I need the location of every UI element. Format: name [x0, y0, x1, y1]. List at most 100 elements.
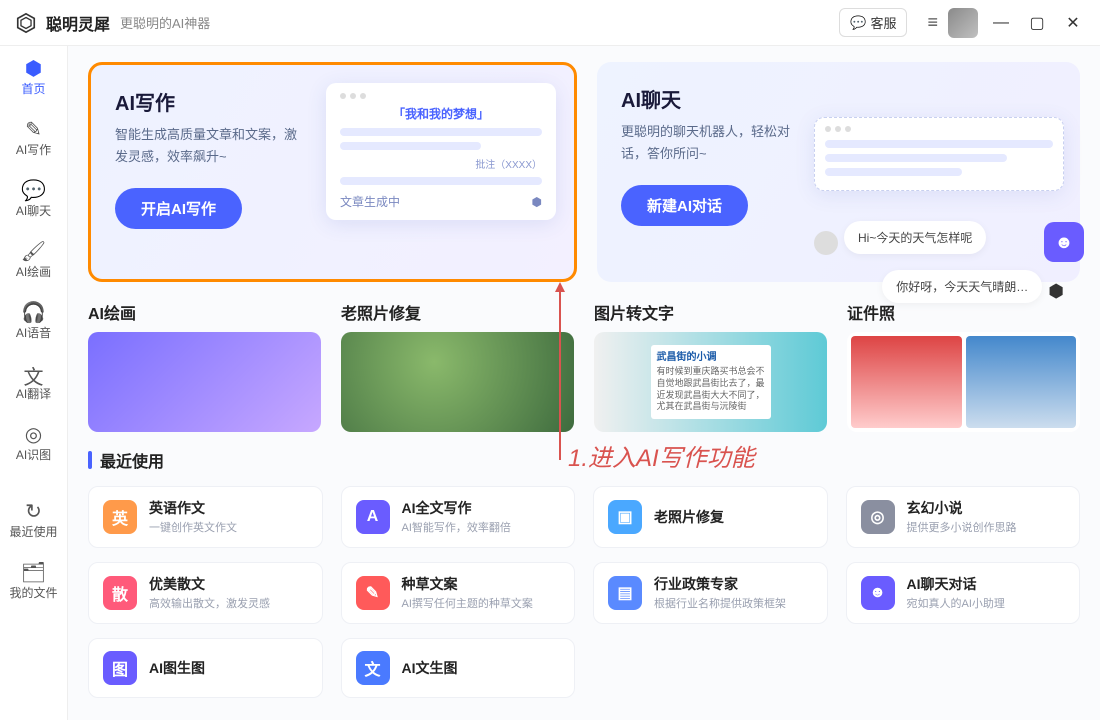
- ocr-note-title: 武昌街的小调: [657, 351, 765, 364]
- sidebar-item-label: AI识图: [16, 446, 51, 463]
- card-icon: 文: [356, 651, 390, 685]
- card-icon: 散: [103, 576, 137, 610]
- chat-bubble-bot: 你好呀，今天天气晴朗…: [882, 270, 1042, 303]
- mock-status: 文章生成中: [340, 193, 400, 210]
- card-subtitle: 高效输出散文，激发灵感: [149, 595, 270, 611]
- bot-avatar-icon: [814, 231, 838, 255]
- recent-card[interactable]: ☻ AI聊天对话 宛如真人的AI小助理: [846, 562, 1081, 624]
- pen-icon: ✎: [25, 117, 42, 141]
- sidebar-item-label: AI语音: [16, 324, 51, 341]
- tile-title: 老照片修复: [341, 300, 574, 324]
- sidebar-item-ocr[interactable]: ◎ AI识图: [0, 412, 67, 473]
- ocr-note-body: 有时候到重庆路买书总会不自觉地跟武昌街比去了，最近发现武昌街大大不同了，尤其在武…: [657, 366, 765, 413]
- sidebar-item-home[interactable]: ⬢ 首页: [0, 46, 67, 107]
- hamburger-icon[interactable]: ≡: [927, 12, 938, 33]
- sidebar-item-paint[interactable]: 🖌 AI绘画: [0, 229, 67, 290]
- recent-card[interactable]: ▤ 行业政策专家 根据行业名称提供政策框架: [593, 562, 828, 624]
- tile-restore[interactable]: 老照片修复: [341, 300, 574, 432]
- sidebar-item-files[interactable]: 🗂 我的文件: [0, 550, 67, 611]
- card-title: 行业政策专家: [654, 575, 786, 593]
- home-icon: ⬢: [25, 56, 42, 80]
- card-icon: 图: [103, 651, 137, 685]
- tile-thumb: 武昌街的小调 有时候到重庆路买书总会不自觉地跟武昌街比去了，最近发现武昌街大大不…: [594, 332, 827, 432]
- sidebar-item-label: AI写作: [16, 141, 51, 158]
- new-chat-button[interactable]: 新建AI对话: [621, 185, 748, 226]
- card-subtitle: AI智能写作，效率翻倍: [402, 519, 511, 535]
- card-subtitle: 一键创作英文作文: [149, 519, 237, 535]
- recent-card[interactable]: 散 优美散文 高效输出散文，激发灵感: [88, 562, 323, 624]
- app-logo-icon: [14, 11, 38, 35]
- close-button[interactable]: ✕: [1060, 13, 1086, 33]
- chat-bubble-icon: 💬: [850, 15, 866, 31]
- sidebar-item-writing[interactable]: ✎ AI写作: [0, 107, 67, 168]
- card-icon: ▣: [608, 500, 642, 534]
- annotation-line: [559, 292, 561, 460]
- history-icon: ↻: [25, 499, 42, 523]
- card-title: 玄幻小说: [907, 499, 1017, 517]
- card-title: AI图生图: [149, 659, 205, 677]
- card-icon: ▤: [608, 576, 642, 610]
- sidebar-item-label: AI聊天: [16, 202, 51, 219]
- app-subtitle: 更聪明的AI神器: [120, 13, 210, 32]
- hero-writing-desc: 智能生成高质量文章和文案，激发灵感，效率飙升~: [115, 124, 305, 168]
- hero-chat-card[interactable]: AI聊天 更聪明的聊天机器人，轻松对话，答你所问~ 新建AI对话 Hi~今天的天…: [597, 62, 1080, 282]
- hero-writing-card[interactable]: AI写作 智能生成高质量文章和文案，激发灵感，效率飙升~ 开启AI写作 「我和我…: [88, 62, 577, 282]
- app-name: 聪明灵犀: [46, 11, 110, 35]
- headphone-icon: 🎧: [21, 300, 46, 324]
- tile-idphoto[interactable]: 证件照: [847, 300, 1080, 432]
- maximize-button[interactable]: ▢: [1024, 13, 1050, 33]
- recent-heading-label: 最近使用: [100, 448, 164, 472]
- tile-ocr[interactable]: 图片转文字 武昌街的小调 有时候到重庆路买书总会不自觉地跟武昌街比去了，最近发现…: [594, 300, 827, 432]
- support-button[interactable]: 💬 客服: [839, 8, 907, 37]
- card-icon: ◎: [861, 500, 895, 534]
- folder-icon: 🗂: [21, 560, 46, 584]
- card-title: AI文生图: [402, 659, 458, 677]
- sidebar-item-label: AI翻译: [16, 385, 51, 402]
- recent-card[interactable]: ▣ 老照片修复: [593, 486, 828, 548]
- sidebar-item-translate[interactable]: 文 AI翻译: [0, 351, 67, 412]
- start-writing-button[interactable]: 开启AI写作: [115, 188, 242, 229]
- hex-icon: ⬢: [1048, 281, 1064, 302]
- card-title: AI聊天对话: [907, 575, 1005, 593]
- sidebar-item-chat[interactable]: 💬 AI聊天: [0, 168, 67, 229]
- sidebar-item-label: 最近使用: [9, 523, 57, 540]
- hero-chat-title: AI聊天: [621, 84, 1056, 113]
- tile-thumb: [341, 332, 574, 432]
- card-subtitle: 提供更多小说创作思路: [907, 519, 1017, 535]
- tile-thumb: [847, 332, 1080, 432]
- card-icon: A: [356, 500, 390, 534]
- recent-card[interactable]: 文 AI文生图: [341, 638, 576, 698]
- user-avatar[interactable]: [948, 8, 978, 38]
- card-title: 优美散文: [149, 575, 270, 593]
- brush-icon: 🖌: [21, 239, 46, 263]
- heading-accent-bar: [88, 451, 92, 469]
- mock-annotation: 批注（XXXX）: [340, 156, 542, 171]
- tile-paint[interactable]: AI绘画: [88, 300, 321, 432]
- recent-card[interactable]: A AI全文写作 AI智能写作，效率翻倍: [341, 486, 576, 548]
- hero-chat-desc: 更聪明的聊天机器人，轻松对话，答你所问~: [621, 121, 811, 165]
- tile-thumb: [88, 332, 321, 432]
- sidebar-item-recent[interactable]: ↻ 最近使用: [0, 489, 67, 550]
- annotation-arrow-icon: [555, 282, 565, 292]
- chat-fab-icon[interactable]: ☻: [1044, 222, 1084, 262]
- tile-title: 图片转文字: [594, 300, 827, 324]
- sidebar-item-voice[interactable]: 🎧 AI语音: [0, 290, 67, 351]
- minimize-button[interactable]: —: [988, 14, 1014, 32]
- chat-bubble-user: Hi~今天的天气怎样呢: [844, 221, 986, 254]
- card-icon: ✎: [356, 576, 390, 610]
- recent-card[interactable]: ◎ 玄幻小说 提供更多小说创作思路: [846, 486, 1081, 548]
- card-title: 老照片修复: [654, 508, 724, 526]
- sidebar-item-label: 首页: [21, 80, 45, 97]
- recent-card[interactable]: ✎ 种草文案 AI撰写任何主题的种草文案: [341, 562, 576, 624]
- card-title: AI全文写作: [402, 499, 511, 517]
- tile-title: AI绘画: [88, 300, 321, 324]
- chat-icon: 💬: [21, 178, 46, 202]
- card-icon: ☻: [861, 576, 895, 610]
- mock-doc-title: 「我和我的梦想」: [340, 105, 542, 122]
- writing-mock-window: 「我和我的梦想」 批注（XXXX） 文章生成中 ⬢: [326, 83, 556, 220]
- card-title: 种草文案: [402, 575, 533, 593]
- card-subtitle: AI撰写任何主题的种草文案: [402, 595, 533, 611]
- recent-card[interactable]: 英 英语作文 一键创作英文作文: [88, 486, 323, 548]
- recent-card[interactable]: 图 AI图生图: [88, 638, 323, 698]
- titlebar: 聪明灵犀 更聪明的AI神器 💬 客服 ≡ — ▢ ✕: [0, 0, 1100, 46]
